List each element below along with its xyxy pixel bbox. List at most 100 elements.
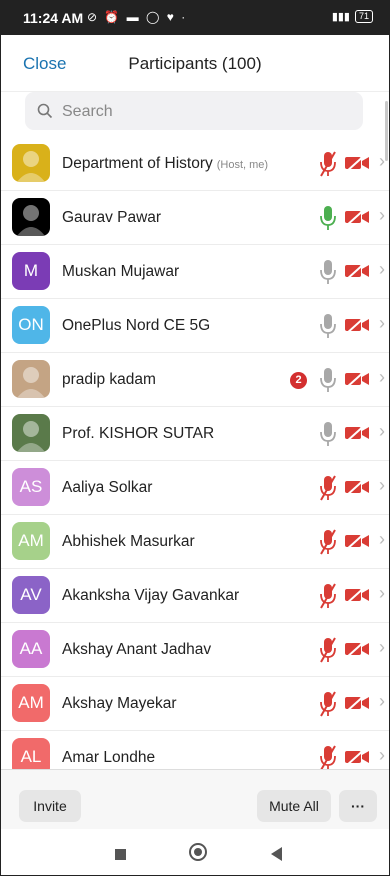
signal-icon: ▮▮▮ xyxy=(331,11,350,23)
avatar xyxy=(12,360,50,398)
participant-name-text: Prof. KISHOR SUTAR xyxy=(62,425,215,442)
participant-name: Amar Londhe xyxy=(62,749,155,767)
chevron-right-icon[interactable]: › xyxy=(379,259,385,280)
video-off-icon[interactable] xyxy=(344,207,370,227)
avatar xyxy=(12,144,50,182)
participant-name-text: Akshay Anant Jadhav xyxy=(62,641,212,658)
mic-muted-icon[interactable] xyxy=(319,529,337,555)
participant-name: Abhishek Masurkar xyxy=(62,533,195,551)
participant-row[interactable]: AS Aaliya Solkar › xyxy=(1,461,389,515)
participant-name-text: Akshay Mayekar xyxy=(62,695,177,712)
mute-all-button[interactable]: Mute All xyxy=(257,790,331,822)
microphone-icon[interactable] xyxy=(319,367,337,393)
back-nav-button[interactable] xyxy=(271,847,282,861)
avatar xyxy=(12,198,50,236)
participants-header: Participants (100) Close xyxy=(1,35,389,92)
chevron-right-icon[interactable]: › xyxy=(379,367,385,388)
participant-row[interactable]: ON OnePlus Nord CE 5G › xyxy=(1,299,389,353)
chevron-right-icon[interactable]: › xyxy=(379,205,385,226)
unread-badge: 2 xyxy=(290,372,307,389)
video-off-icon[interactable] xyxy=(344,531,370,551)
participant-row[interactable]: AM Akshay Mayekar › xyxy=(1,677,389,731)
participant-name-text: Department of History xyxy=(62,155,213,172)
battery-icon: 71 xyxy=(354,10,373,23)
participant-name-text: Abhishek Masurkar xyxy=(62,533,195,550)
avatar xyxy=(12,414,50,452)
participant-name: OnePlus Nord CE 5G xyxy=(62,317,210,335)
participant-row[interactable]: Prof. KISHOR SUTAR › xyxy=(1,407,389,461)
avatar: AV xyxy=(12,576,50,614)
chevron-right-icon[interactable]: › xyxy=(379,583,385,604)
video-off-icon[interactable] xyxy=(344,639,370,659)
search-icon xyxy=(37,103,53,119)
participant-name-text: OnePlus Nord CE 5G xyxy=(62,317,211,334)
chevron-right-icon[interactable]: › xyxy=(379,475,385,496)
mic-muted-icon[interactable] xyxy=(319,637,337,663)
video-off-icon[interactable] xyxy=(344,477,370,497)
scrollbar[interactable] xyxy=(385,101,388,161)
host-tag: (Host, me) xyxy=(216,159,269,171)
participant-row[interactable]: M Muskan Mujawar › xyxy=(1,245,389,299)
participant-name: Gaurav Pawar xyxy=(62,209,161,227)
participant-name: Akshay Anant Jadhav xyxy=(62,641,211,659)
video-off-icon[interactable] xyxy=(344,315,370,335)
microphone-icon[interactable] xyxy=(319,205,337,231)
video-off-icon[interactable] xyxy=(344,261,370,281)
microphone-icon[interactable] xyxy=(319,421,337,447)
android-nav-bar xyxy=(1,829,389,875)
chevron-right-icon[interactable]: › xyxy=(379,637,385,658)
invite-button[interactable]: Invite xyxy=(19,790,81,822)
participant-row[interactable]: pradip kadam 2 › xyxy=(1,353,389,407)
mic-muted-icon[interactable] xyxy=(319,151,337,177)
chevron-right-icon[interactable]: › xyxy=(379,691,385,712)
more-options-button[interactable]: ··· xyxy=(339,790,377,822)
participant-name-text: Aaliya Solkar xyxy=(62,479,153,496)
status-time: 11:24 AM xyxy=(23,10,84,26)
mic-muted-icon[interactable] xyxy=(319,583,337,609)
video-off-icon[interactable] xyxy=(344,423,370,443)
microphone-icon[interactable] xyxy=(319,313,337,339)
avatar: ON xyxy=(12,306,50,344)
video-off-icon[interactable] xyxy=(344,369,370,389)
chevron-right-icon[interactable]: › xyxy=(379,745,385,766)
chevron-right-icon[interactable]: › xyxy=(379,421,385,442)
mic-muted-icon[interactable] xyxy=(319,691,337,717)
participant-name-text: Muskan Mujawar xyxy=(62,263,180,280)
participant-name-text: Amar Londhe xyxy=(62,749,156,766)
video-off-icon[interactable] xyxy=(344,153,370,173)
participant-name: Aaliya Solkar xyxy=(62,479,152,497)
mic-muted-icon[interactable] xyxy=(319,475,337,501)
microphone-icon[interactable] xyxy=(319,259,337,285)
participant-name: Department of History (Host, me) xyxy=(62,155,268,173)
status-bar: 11:24 AM ⊘ ⏰ ▬ ◯ ♥ · ▮▮▮ 71 xyxy=(1,1,389,35)
participant-name-text: Gaurav Pawar xyxy=(62,209,162,226)
search-bar[interactable] xyxy=(25,92,363,132)
participant-row[interactable]: Gaurav Pawar › xyxy=(1,191,389,245)
search-input[interactable] xyxy=(60,92,354,132)
participant-row[interactable]: AA Akshay Anant Jadhav › xyxy=(1,623,389,677)
mic-muted-icon[interactable] xyxy=(319,745,337,771)
system-icons: ▮▮▮ 71 xyxy=(332,10,373,23)
participant-name: pradip kadam xyxy=(62,371,156,389)
video-off-icon[interactable] xyxy=(344,693,370,713)
participant-row[interactable]: AM Abhishek Masurkar › xyxy=(1,515,389,569)
avatar: AM xyxy=(12,684,50,722)
app-window: 11:24 AM ⊘ ⏰ ▬ ◯ ♥ · ▮▮▮ 71 Participants… xyxy=(0,0,390,876)
video-off-icon[interactable] xyxy=(344,747,370,767)
video-off-icon[interactable] xyxy=(344,585,370,605)
participant-name-text: pradip kadam xyxy=(62,371,156,388)
participant-name-text: Akanksha Vijay Gavankar xyxy=(62,587,240,604)
recents-nav-button[interactable] xyxy=(115,849,126,860)
avatar: M xyxy=(12,252,50,290)
home-nav-button[interactable] xyxy=(189,843,207,861)
participant-name: Prof. KISHOR SUTAR xyxy=(62,425,214,443)
avatar: AM xyxy=(12,522,50,560)
chevron-right-icon[interactable]: › xyxy=(379,529,385,550)
notification-icons: ⊘ ⏰ ▬ ◯ ♥ · xyxy=(87,10,188,24)
participant-row[interactable]: Department of History (Host, me) › xyxy=(1,137,389,191)
chevron-right-icon[interactable]: › xyxy=(379,313,385,334)
participant-row[interactable]: AV Akanksha Vijay Gavankar › xyxy=(1,569,389,623)
avatar: AS xyxy=(12,468,50,506)
close-button[interactable]: Close xyxy=(23,54,66,74)
avatar: AA xyxy=(12,630,50,668)
